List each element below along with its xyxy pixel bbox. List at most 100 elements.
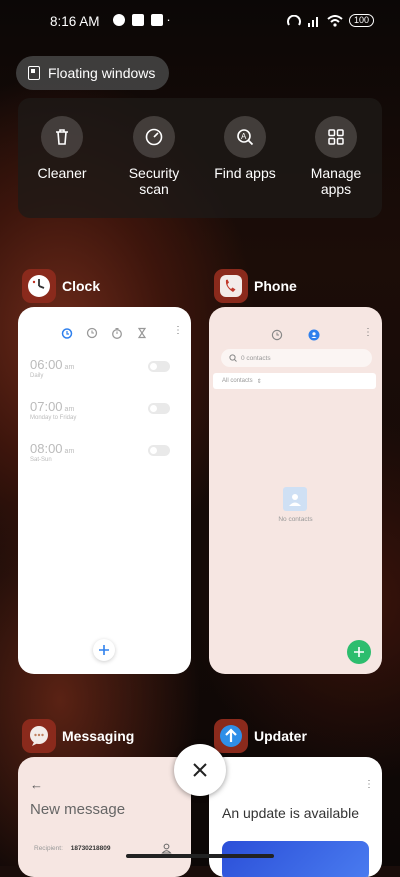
updater-more-icon[interactable]: ⋮ <box>364 779 374 790</box>
messaging-app-header[interactable]: Messaging <box>22 719 134 753</box>
alarm-time: 06:00 <box>30 357 63 372</box>
alarm-repeat: Sat-Sun <box>30 457 52 463</box>
alarm-repeat: Daily <box>30 373 44 379</box>
phone-app-card[interactable]: ⋮ 0 contacts All contacts ⇕ No contacts <box>209 307 382 674</box>
messaging-app-icon <box>22 719 56 753</box>
timer-tab-icon[interactable] <box>136 327 148 339</box>
phone-app-header[interactable]: Phone <box>214 269 297 303</box>
status-bar: 8:16 AM ·· 100 <box>0 0 400 44</box>
empty-contacts-text: No contacts <box>278 516 313 523</box>
recipient-label: Recipient: <box>34 845 63 852</box>
alarm-toggle[interactable] <box>148 445 170 456</box>
hotspot-icon <box>286 14 301 26</box>
empty-contacts-icon <box>283 487 307 511</box>
cleaner-button[interactable]: Cleaner <box>22 116 102 181</box>
status-time: 8:16 AM <box>50 14 100 29</box>
alarm-ampm: am <box>64 406 75 413</box>
recipient-number: 18730218809 <box>70 845 111 852</box>
clock-more-icon[interactable]: ⋮ <box>173 325 183 336</box>
clock-face-icon <box>28 275 50 297</box>
alarm-item[interactable]: 07:00 am Monday to Friday <box>30 399 180 421</box>
clock-app-header[interactable]: Clock <box>22 269 100 303</box>
add-contact-button[interactable] <box>347 640 371 664</box>
alarm-toggle[interactable] <box>148 403 170 414</box>
alarm-item[interactable]: 08:00 am Sat-Sun <box>30 441 180 463</box>
floating-windows-label: Floating windows <box>48 65 156 81</box>
notification-icon <box>113 14 125 26</box>
back-arrow-icon[interactable]: ← <box>30 777 43 792</box>
update-available-title: An update is available <box>222 805 359 821</box>
alarm-time: 07:00 <box>30 399 63 414</box>
upload-icon <box>132 14 144 26</box>
wifi-icon <box>327 14 343 27</box>
plus-icon <box>99 645 109 655</box>
updater-app-name: Updater <box>254 728 307 744</box>
add-recipient-icon[interactable] <box>161 843 172 854</box>
manage-apps-button[interactable]: Manage apps <box>296 116 376 197</box>
alarm-item[interactable]: 06:00 am Daily <box>30 357 180 379</box>
notification-icons <box>113 14 163 26</box>
recents-tab-icon[interactable] <box>271 329 283 341</box>
messaging-app-card[interactable]: ← New message Recipient: 18730218809 <box>18 757 191 877</box>
search-apps-icon: A <box>237 129 254 146</box>
filter-dropdown-icon: ⇕ <box>256 378 262 385</box>
find-apps-button[interactable]: A Find apps <box>205 116 285 181</box>
updater-app-header[interactable]: Updater <box>214 719 307 753</box>
floating-windows-button[interactable]: Floating windows <box>16 56 170 90</box>
add-alarm-button[interactable] <box>93 639 115 661</box>
chat-bubble-icon <box>30 726 48 746</box>
battery-indicator: 100 <box>348 14 374 27</box>
stopwatch-tab-icon[interactable] <box>111 327 123 339</box>
manage-apps-label: Manage apps <box>310 165 362 197</box>
phone-app-name: Phone <box>254 278 297 294</box>
clock-app-card[interactable]: ⋮ 06:00 am Daily 07:00 am Monday to Friday… <box>18 307 191 674</box>
alarm-repeat: Monday to Friday <box>30 415 77 421</box>
plus-icon <box>354 647 364 657</box>
new-message-title: New message <box>30 801 126 818</box>
search-icon <box>229 354 237 362</box>
person-icon <box>289 494 301 506</box>
contacts-search-bar[interactable]: 0 contacts <box>221 349 372 367</box>
cleaner-circle <box>41 116 83 158</box>
cleaner-label: Cleaner <box>37 165 87 181</box>
phone-more-icon[interactable]: ⋮ <box>363 327 373 338</box>
clock-tabs: ⋮ <box>18 325 191 343</box>
svg-text:A: A <box>241 132 247 141</box>
contacts-filter-row[interactable]: All contacts ⇕ <box>213 373 376 389</box>
alarm-time: 08:00 <box>30 441 63 456</box>
signal-icon <box>307 16 318 27</box>
find-apps-circle: A <box>224 116 266 158</box>
home-indicator[interactable] <box>126 854 274 858</box>
gauge-icon <box>145 128 163 146</box>
phone-app-icon <box>214 269 248 303</box>
trash-icon <box>56 129 68 145</box>
security-scan-circle <box>133 116 175 158</box>
contacts-filter-label: All contacts <box>222 378 253 384</box>
update-arrow-icon <box>220 725 242 747</box>
find-apps-label: Find apps <box>214 165 276 181</box>
security-scan-button[interactable]: Security scan <box>114 116 194 197</box>
messaging-app-name: Messaging <box>62 728 135 744</box>
manage-apps-circle <box>315 116 357 158</box>
world-clock-tab-icon[interactable] <box>86 327 98 339</box>
phone-handset-icon <box>220 275 242 297</box>
alarm-ampm: am <box>64 364 75 371</box>
recipient-row[interactable]: Recipient: 18730218809 <box>34 845 110 852</box>
updater-app-icon <box>214 719 248 753</box>
clock-app-name: Clock <box>62 278 101 294</box>
security-scan-label: Security scan <box>128 165 180 197</box>
quick-tools-panel: Cleaner Security scan A Find apps Manage… <box>18 98 382 218</box>
alarm-tab-icon[interactable] <box>61 327 73 339</box>
updater-app-card[interactable]: ⋮ An update is available <box>209 757 382 877</box>
contacts-search-placeholder: 0 contacts <box>241 354 271 362</box>
alarm-toggle[interactable] <box>148 361 170 372</box>
close-all-button[interactable] <box>174 744 226 796</box>
system-icons: 100 <box>286 14 374 27</box>
contacts-tab-icon[interactable] <box>308 329 320 341</box>
more-notifications-icon: ·· <box>160 12 173 27</box>
grid-icon <box>328 129 344 145</box>
clock-app-icon <box>22 269 56 303</box>
alarm-ampm: am <box>64 448 75 455</box>
close-icon <box>193 763 207 777</box>
floating-window-icon <box>28 66 40 80</box>
